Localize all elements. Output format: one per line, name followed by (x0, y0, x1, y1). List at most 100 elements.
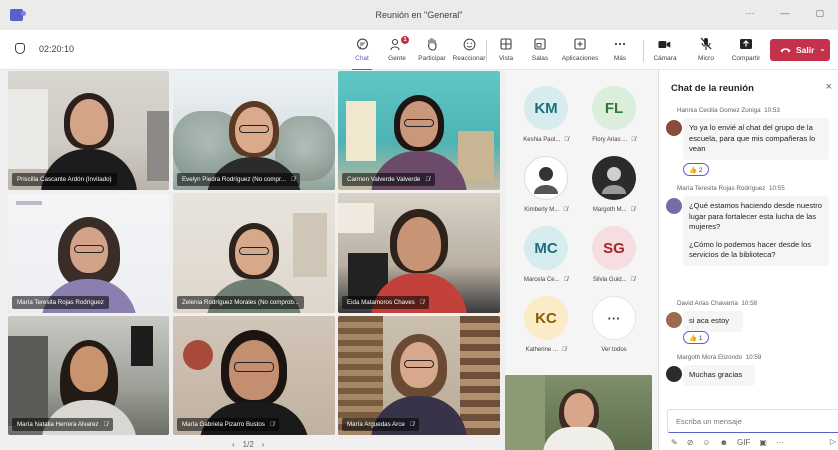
video-tile[interactable]: Priscilla Cascante Ardón (Invitado) (8, 71, 169, 190)
mic-off-icon: 🎙̸ (631, 137, 636, 143)
window-title: Reunión en "General" (375, 10, 463, 20)
video-tile[interactable]: Carmen Valverde Valverde 🎙̸ (338, 71, 500, 190)
participant-name: Priscilla Cascante Ardón (Invitado) (17, 176, 112, 183)
mic-button[interactable]: Micro (686, 35, 726, 67)
apps-button[interactable]: Aplicaciones (560, 35, 600, 67)
participant-name: María Gabriela Pizarro Bustos (182, 421, 265, 428)
react-button[interactable]: Reaccionar (449, 35, 489, 67)
compose-toolbar: ✎ ⊘ ☺ ☻ GIF ▣ ··· (671, 438, 784, 447)
title-bar: Reunión en "General" ··· — ▢ (0, 0, 838, 30)
roster-participant[interactable]: Kimberly M... 🎙̸ (511, 156, 581, 226)
share-button[interactable]: Compartir (726, 35, 766, 67)
shield-icon (15, 43, 25, 54)
pager-next-button[interactable]: › (262, 440, 265, 449)
leave-dropdown-icon[interactable]: ⌄ (819, 44, 826, 53)
roster-participant[interactable]: MC Marcela Ce... 🎙̸ (511, 226, 581, 296)
reaction-like-badge[interactable]: 👍 2 (683, 163, 709, 176)
pager-prev-button[interactable]: ‹ (232, 440, 235, 449)
breakout-rooms-button[interactable]: Salas (520, 35, 560, 67)
video-tile[interactable]: Zelenia Rodríguez Morales (No comprob... (173, 193, 335, 313)
video-tile[interactable]: María Natalia Herrera Alvarez 🎙̸ (8, 316, 169, 435)
avatar (666, 312, 682, 328)
reaction-like-badge[interactable]: 👍 1 (683, 331, 709, 344)
people-button[interactable]: 1 Gente (377, 35, 417, 67)
raise-hand-button[interactable]: Participar (412, 35, 452, 67)
participant-name: Eida Matamoros Chaves (347, 299, 415, 306)
more-icon (613, 37, 627, 51)
mic-off-icon: 🎙̸ (419, 299, 425, 306)
mic-off-icon: 🎙̸ (425, 176, 430, 183)
participant-name: María Natalia Herrera Alvarez (17, 421, 99, 428)
meeting-timer: 02:20:10 (39, 44, 75, 54)
avatar (592, 156, 636, 200)
meeting-toolbar: 02:20:10 Chat 1 Gente Participar Reaccio… (0, 30, 838, 71)
mic-off-icon (699, 37, 713, 51)
avatar (666, 366, 682, 382)
breakout-rooms-icon (533, 37, 547, 51)
avatar: KM (524, 86, 568, 130)
avatar: MC (524, 226, 568, 270)
video-tile[interactable]: María Teresita Rojas Rodríguez (8, 193, 169, 313)
gallery-pager: ‹ 1/2 › (232, 440, 264, 449)
video-tile[interactable]: Evelyn Piedra Rodríguez (No compr... 🎙̸ (173, 71, 335, 190)
avatar (524, 156, 568, 200)
attach-icon[interactable]: ⊘ (687, 438, 694, 447)
photo-avatar-icon (602, 167, 626, 194)
roster-participant[interactable]: KC Katherine ... 🎙̸ (511, 296, 581, 366)
format-icon[interactable]: ✎ (671, 438, 678, 447)
message-meta: María Teresita Rojas Rodríguez 10:55 (677, 185, 785, 192)
avatar (666, 120, 682, 136)
roster-participant[interactable]: FL Flory Arias ... 🎙̸ (579, 86, 649, 156)
roster-participant[interactable]: KM Keshia Paol... 🎙̸ (511, 86, 581, 156)
message-meta: David Arias Chavarria 10:58 (677, 300, 758, 307)
video-tile[interactable]: María Arguedas Arce 🎙̸ (338, 316, 500, 435)
avatar: SG (592, 226, 636, 270)
see-all-button[interactable]: ··· Ver todos (579, 296, 649, 366)
mic-off-icon: 🎙̸ (103, 421, 109, 428)
more-icon: ··· (592, 296, 636, 340)
phone-hangup-icon (780, 45, 791, 55)
chat-title: Chat de la reunión (671, 83, 754, 94)
send-icon[interactable]: ▷ (830, 437, 836, 446)
window-restore-button[interactable]: ▢ (815, 8, 824, 19)
people-badge: 1 (401, 36, 409, 44)
message-meta: Margoth Mora Elizondo 10:59 (677, 354, 762, 361)
raise-hand-icon (425, 37, 439, 51)
camera-icon (658, 37, 672, 51)
self-video-preview[interactable] (505, 375, 652, 450)
sticker-icon[interactable]: ▣ (759, 438, 767, 447)
more-options-icon[interactable]: ··· (776, 438, 784, 447)
leave-button[interactable]: Salir ⌄ (770, 39, 830, 61)
mic-off-icon: 🎙̸ (290, 176, 296, 183)
window-more-button[interactable]: ··· (745, 8, 754, 19)
camera-button[interactable]: Cámara (645, 35, 685, 67)
photo-avatar-icon (534, 167, 558, 194)
gif-icon[interactable]: GIF (737, 438, 750, 447)
mic-off-icon: 🎙̸ (563, 277, 569, 283)
video-tile[interactable]: Eida Matamoros Chaves 🎙̸ (338, 193, 500, 313)
message-meta: Hannia Cecilia Gomez Zuniga 10:53 (677, 107, 780, 114)
window-minimize-button[interactable]: — (780, 8, 789, 19)
avatar (666, 198, 682, 214)
loop-icon[interactable]: ☺ (702, 438, 710, 447)
avatar: FL (592, 86, 636, 130)
mic-off-icon: 🎙̸ (561, 347, 567, 353)
video-grid: Priscilla Cascante Ardón (Invitado) Evel… (0, 70, 505, 450)
toolbar-divider (643, 40, 644, 62)
video-tile[interactable]: María Gabriela Pizarro Bustos 🎙̸ (173, 316, 335, 435)
emoji-icon[interactable]: ☻ (720, 438, 728, 447)
roster-participant[interactable]: SG Silvia Guid... 🎙̸ (579, 226, 649, 296)
chat-message: si aca estoy (683, 311, 743, 332)
participant-name: María Arguedas Arce (347, 421, 405, 428)
participant-name: María Teresita Rojas Rodríguez (17, 299, 104, 306)
more-button[interactable]: Más (600, 35, 640, 67)
mic-off-icon: 🎙̸ (563, 207, 568, 213)
chat-message-input[interactable] (667, 409, 838, 433)
mic-off-icon: 🎙̸ (269, 421, 275, 428)
mic-off-icon: 🎙̸ (409, 421, 415, 428)
roster-participant[interactable]: Margoth M... 🎙̸ (579, 156, 649, 226)
close-icon[interactable]: × (826, 81, 832, 93)
avatar: KC (524, 296, 568, 340)
chat-button[interactable]: Chat (342, 35, 382, 71)
chat-message: Yo ya lo envié al chat del grupo de la e… (683, 118, 829, 160)
